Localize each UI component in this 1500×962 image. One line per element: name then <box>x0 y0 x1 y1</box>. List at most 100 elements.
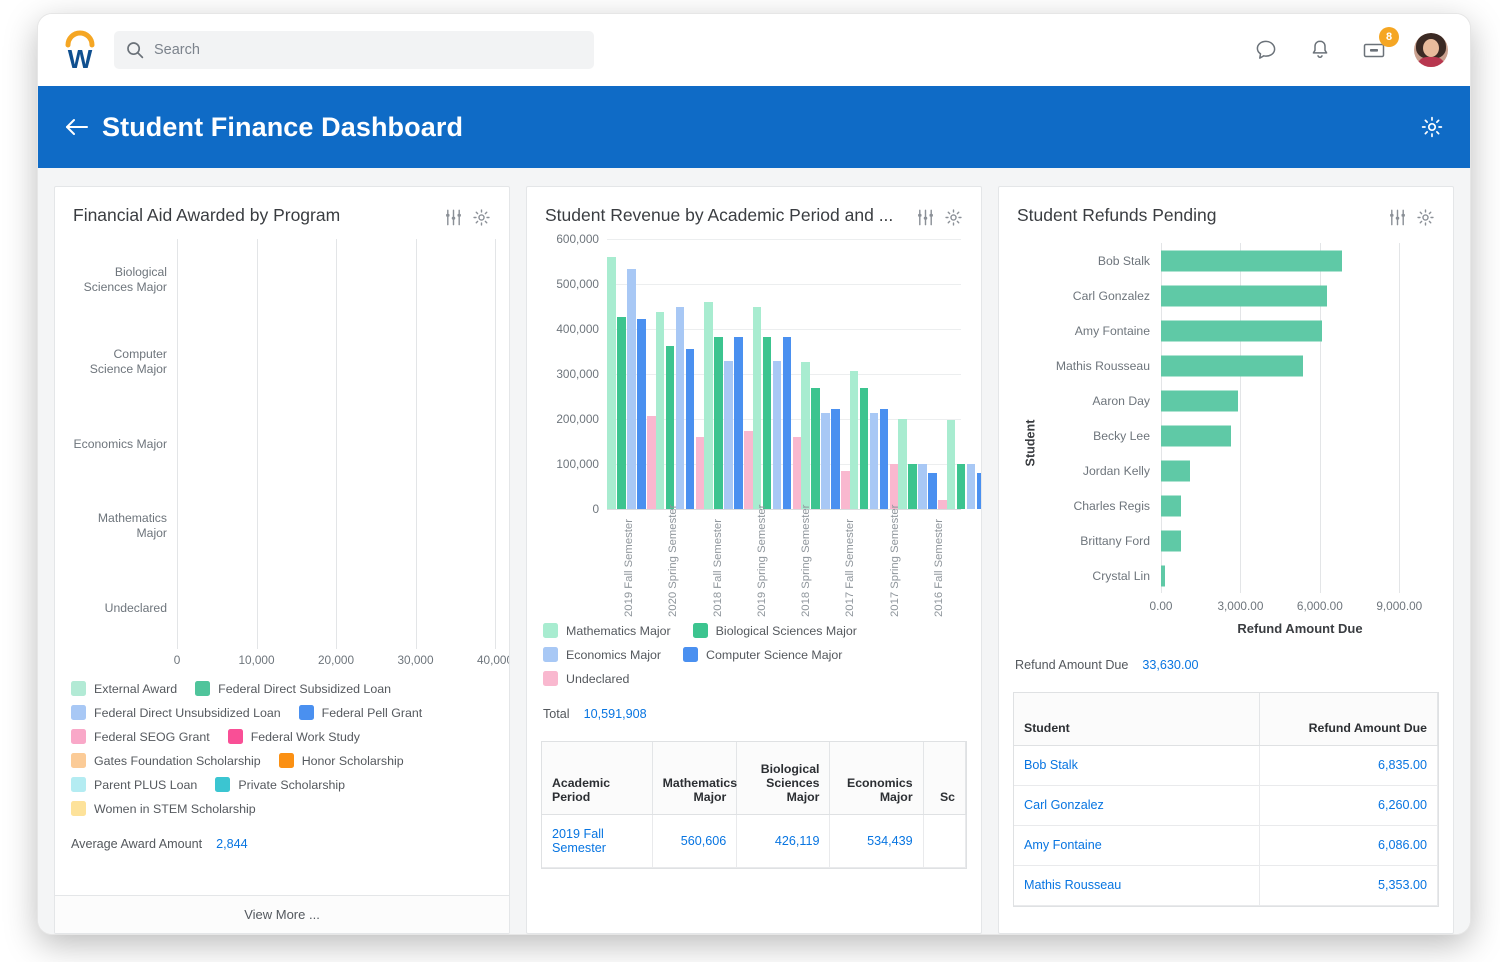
bar[interactable] <box>696 437 705 509</box>
legend-item[interactable]: External Award <box>71 681 177 696</box>
legend-item[interactable]: Undeclared <box>543 671 629 686</box>
bar[interactable] <box>1161 530 1181 551</box>
bar[interactable] <box>1161 250 1342 271</box>
bar[interactable] <box>908 464 917 509</box>
bar[interactable] <box>890 464 899 509</box>
bar[interactable] <box>724 361 733 509</box>
bar[interactable] <box>1161 495 1181 516</box>
page-settings-gear-icon[interactable] <box>1420 115 1444 139</box>
legend-item[interactable]: Federal Pell Grant <box>299 705 423 720</box>
legend-item[interactable]: Gates Foundation Scholarship <box>71 753 261 768</box>
summary-value[interactable]: 33,630.00 <box>1142 658 1198 672</box>
table-cell: 5,353.00 <box>1260 865 1438 905</box>
legend-item[interactable]: Biological Sciences Major <box>693 623 857 638</box>
bar[interactable] <box>773 361 782 509</box>
table-cell-link[interactable]: Mathis Rousseau <box>1024 878 1121 892</box>
app-window: W Search 8 <box>38 14 1470 934</box>
bar[interactable] <box>918 464 927 509</box>
filter-sliders-icon[interactable] <box>444 208 463 227</box>
bar[interactable] <box>744 431 753 509</box>
bar[interactable] <box>967 464 976 509</box>
bar[interactable] <box>666 346 675 509</box>
gear-icon[interactable] <box>472 208 491 227</box>
legend-item[interactable]: Economics Major <box>543 647 661 662</box>
bar[interactable] <box>841 471 850 509</box>
bar[interactable] <box>714 337 723 509</box>
chat-icon[interactable] <box>1252 36 1280 64</box>
legend-item[interactable]: Parent PLUS Loan <box>71 777 197 792</box>
bar[interactable] <box>1161 565 1165 586</box>
bar[interactable] <box>793 437 802 509</box>
bar[interactable] <box>801 362 810 509</box>
bar[interactable] <box>1161 285 1327 306</box>
total-value[interactable]: 10,591,908 <box>584 707 647 721</box>
legend-swatch <box>71 801 86 816</box>
bar[interactable] <box>676 307 685 510</box>
gear-icon[interactable] <box>1416 208 1435 227</box>
summary-value[interactable]: 2,844 <box>216 837 248 851</box>
view-more-button[interactable]: View More ... <box>55 895 509 933</box>
bar[interactable] <box>928 473 937 509</box>
bar[interactable] <box>783 337 792 509</box>
bar[interactable] <box>686 349 695 509</box>
legend-item[interactable]: Federal Work Study <box>228 729 360 744</box>
bar[interactable] <box>957 464 966 509</box>
table-cell-link[interactable]: Bob Stalk <box>1024 758 1078 772</box>
bar[interactable] <box>870 413 879 509</box>
legend-item[interactable]: Computer Science Major <box>683 647 842 662</box>
bar[interactable] <box>704 302 713 509</box>
table-row: 2019 Fall Semester560,606426,119534,439 <box>542 814 966 867</box>
bar[interactable] <box>831 409 840 509</box>
bar[interactable] <box>637 319 646 509</box>
table-column-header[interactable]: Biological Sciences Major <box>737 742 830 814</box>
filter-sliders-icon[interactable] <box>1388 208 1407 227</box>
bar[interactable] <box>977 473 983 509</box>
bar[interactable] <box>1161 355 1303 376</box>
legend-item[interactable]: Federal SEOG Grant <box>71 729 210 744</box>
legend-item[interactable]: Federal Direct Subsidized Loan <box>195 681 391 696</box>
bar[interactable] <box>947 420 956 509</box>
bar[interactable] <box>734 337 743 509</box>
legend-item[interactable]: Women in STEM Scholarship <box>71 801 256 816</box>
table-column-header[interactable]: Sc <box>923 742 965 814</box>
table-cell-link[interactable]: Amy Fontaine <box>1024 838 1102 852</box>
bar[interactable] <box>647 416 656 509</box>
table-cell-link[interactable]: Carl Gonzalez <box>1024 798 1104 812</box>
bar[interactable] <box>656 312 665 509</box>
legend-item[interactable]: Mathematics Major <box>543 623 671 638</box>
table-column-header[interactable]: Mathematics Major <box>652 742 737 814</box>
bar[interactable] <box>821 413 830 509</box>
bar[interactable] <box>880 409 889 509</box>
bar[interactable] <box>617 317 626 509</box>
bar[interactable] <box>860 388 869 510</box>
bell-icon[interactable] <box>1306 36 1334 64</box>
bar[interactable] <box>607 257 616 509</box>
bar[interactable] <box>763 337 772 509</box>
x-axis-tick: 3,000.00 <box>1217 599 1263 613</box>
legend-item[interactable]: Honor Scholarship <box>279 753 404 768</box>
bar[interactable] <box>753 307 762 509</box>
filter-sliders-icon[interactable] <box>916 208 935 227</box>
legend-item[interactable]: Private Scholarship <box>215 777 345 792</box>
legend-item[interactable]: Federal Direct Unsubsidized Loan <box>71 705 281 720</box>
table-column-header[interactable]: Academic Period <box>542 742 652 814</box>
gear-icon[interactable] <box>944 208 963 227</box>
bar[interactable] <box>1161 390 1238 411</box>
avatar[interactable] <box>1414 33 1448 67</box>
table-column-header[interactable]: Economics Major <box>830 742 923 814</box>
table-column-header[interactable]: Student <box>1014 693 1260 745</box>
bar[interactable] <box>811 388 820 510</box>
search-input[interactable]: Search <box>114 31 594 69</box>
bar[interactable] <box>627 269 636 509</box>
back-arrow-icon[interactable] <box>60 110 94 144</box>
table-column-header[interactable]: Refund Amount Due <box>1260 693 1438 745</box>
bar[interactable] <box>938 500 947 509</box>
workday-logo[interactable]: W <box>58 27 102 73</box>
bar[interactable] <box>850 371 859 509</box>
bar[interactable] <box>1161 425 1231 446</box>
bar[interactable] <box>898 419 907 509</box>
bar[interactable] <box>1161 460 1190 481</box>
bar[interactable] <box>1161 320 1322 341</box>
inbox-icon[interactable]: 8 <box>1360 36 1388 64</box>
table-cell-link[interactable]: 2019 Fall Semester <box>552 827 606 855</box>
